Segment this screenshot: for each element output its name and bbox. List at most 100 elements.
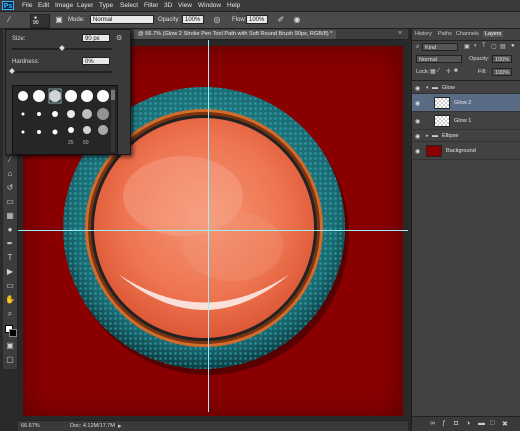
preset-size-25: 25	[68, 140, 74, 146]
menu-edit[interactable]: Edit	[38, 2, 49, 9]
tab-history[interactable]: History	[415, 31, 432, 37]
menu-window[interactable]: Window	[198, 2, 221, 9]
preset-size-50: 50	[83, 140, 89, 146]
adjustment-layer-icon[interactable]: ◑	[466, 420, 470, 427]
horizontal-guide[interactable]	[18, 230, 408, 231]
zoom-level[interactable]: 66.67%	[21, 423, 40, 429]
visibility-eye-icon[interactable]: ◉	[415, 118, 420, 125]
menu-layer[interactable]: Layer	[77, 2, 93, 9]
menu-file[interactable]: File	[22, 2, 32, 9]
hardness-slider[interactable]	[12, 71, 112, 73]
lock-position-icon[interactable]: ✛	[446, 68, 451, 75]
layer-style-icon[interactable]: ƒ	[442, 420, 446, 427]
tab-paths[interactable]: Paths	[438, 31, 452, 37]
lock-label: Lock:	[416, 69, 430, 75]
group-expand-icon[interactable]: ▾	[426, 85, 429, 91]
layer-group-ellipse[interactable]: ◉ ▸ ▬ Ellipse	[412, 130, 520, 142]
brush-panel-toggle-icon[interactable]: ▣	[54, 15, 64, 25]
layer-name: Glow	[442, 85, 455, 91]
visibility-eye-icon[interactable]: ◉	[415, 133, 420, 140]
document-tab[interactable]: @ 66.7% (Glow 2 Stroke Pen Tool Path wit…	[134, 30, 337, 39]
type-icon[interactable]: T	[5, 253, 15, 263]
mode-select[interactable]: Normal	[90, 15, 154, 24]
pressure-size-icon[interactable]: ◉	[292, 15, 302, 25]
fill-label: Fill:	[478, 69, 487, 75]
opacity-field[interactable]: 100%	[182, 15, 204, 24]
lock-image-icon[interactable]: ∕	[438, 68, 439, 74]
brush-presets-grid[interactable]: 25 50	[12, 85, 118, 155]
pen-icon[interactable]: ✒	[5, 239, 15, 249]
visibility-eye-icon[interactable]: ◉	[415, 85, 420, 92]
photoshop-logo: Ps	[2, 1, 14, 10]
link-layers-icon[interactable]: ∞	[430, 420, 435, 427]
lock-transparent-icon[interactable]: ▦	[430, 68, 436, 75]
status-arrow-icon[interactable]: ▸	[118, 422, 122, 430]
menu-view[interactable]: View	[178, 2, 192, 9]
filter-search-icon: ⌕	[416, 44, 420, 50]
layer-group-glow[interactable]: ◉ ▾ ▬ Glow	[412, 82, 520, 94]
shape-filter-icon[interactable]: ▢	[491, 43, 497, 50]
brush-preset-picker[interactable]: ● 90	[30, 14, 50, 28]
zoom-icon[interactable]: ⌕	[5, 309, 15, 319]
blend-mode-select[interactable]: Normal	[416, 55, 462, 63]
hand-icon[interactable]: ✋	[5, 295, 15, 305]
dodge-icon[interactable]: ●	[5, 225, 15, 235]
menu-select[interactable]: Select	[120, 2, 138, 9]
shape-icon[interactable]: ▭	[5, 281, 15, 291]
group-collapse-icon[interactable]: ▸	[426, 133, 429, 139]
smart-filter-icon[interactable]: ▤	[500, 43, 506, 50]
pressure-opacity-icon[interactable]: ◎	[212, 15, 222, 25]
options-bar: ∕ ● 90 ▣ Mode: Normal Opacity: 100% ◎ Fl…	[0, 12, 520, 29]
menu-filter[interactable]: Filter	[144, 2, 158, 9]
menu-type[interactable]: Type	[99, 2, 113, 9]
folder-icon: ▬	[432, 85, 438, 91]
brush-tool-icon[interactable]: ∕	[4, 15, 14, 25]
menu-3d[interactable]: 3D	[164, 2, 172, 9]
gear-icon[interactable]: ⚙	[116, 34, 122, 42]
flow-label: Flow:	[232, 17, 247, 23]
layer-name: Background	[446, 148, 476, 154]
mode-label: Mode:	[68, 17, 85, 23]
fill-field[interactable]: 100%	[492, 68, 512, 76]
quick-mask-icon[interactable]: ▣	[5, 341, 15, 351]
filter-toggle-icon[interactable]: ●	[511, 43, 515, 49]
size-label: Size:	[12, 36, 26, 42]
layer-glow-1[interactable]: ◉ Glow 1	[412, 112, 520, 130]
layer-opacity-field[interactable]: 100%	[492, 55, 512, 63]
layer-glow-2[interactable]: ◉ Glow 2	[412, 94, 520, 112]
visibility-eye-icon[interactable]: ◉	[415, 148, 420, 155]
layers-panel-footer: ∞ ƒ ◘ ◑ ▬ □ ✖	[412, 416, 520, 431]
airbrush-icon[interactable]: ✐	[276, 15, 286, 25]
menu-help[interactable]: Help	[227, 2, 240, 9]
type-filter-icon[interactable]: T	[482, 43, 486, 49]
tab-layers[interactable]: Layers	[483, 31, 504, 37]
menu-image[interactable]: Image	[55, 2, 73, 9]
path-select-icon[interactable]: ▶	[5, 267, 15, 277]
eraser-icon[interactable]: ▭	[5, 197, 15, 207]
brush-preset-picker-popup: Size: 90 px ⚙ Hardness: 0% 25 50	[5, 29, 131, 155]
gradient-icon[interactable]: ▦	[5, 211, 15, 221]
close-tab-icon[interactable]: ×	[398, 30, 402, 37]
new-layer-icon[interactable]: □	[490, 420, 494, 427]
pixel-filter-icon[interactable]: ▣	[464, 43, 470, 50]
tab-channels[interactable]: Channels	[456, 31, 479, 37]
vertical-guide[interactable]	[208, 40, 209, 412]
brush-tool-icon[interactable]: ∕	[5, 155, 15, 165]
history-brush-icon[interactable]: ↺	[5, 183, 15, 193]
hardness-field[interactable]: 0%	[82, 57, 110, 65]
size-field[interactable]: 90 px	[82, 34, 110, 42]
flow-field[interactable]: 100%	[246, 15, 268, 24]
layer-background[interactable]: ◉ Background	[412, 142, 520, 160]
clone-stamp-icon[interactable]: ⌂	[5, 169, 15, 179]
screen-mode-icon[interactable]: ▢	[5, 355, 15, 365]
new-group-icon[interactable]: ▬	[478, 420, 485, 427]
layer-name: Glow 1	[454, 118, 472, 124]
visibility-eye-icon[interactable]: ◉	[415, 100, 420, 107]
background-color-swatch[interactable]	[9, 329, 17, 337]
menu-bar: Ps File Edit Image Layer Type Select Fil…	[0, 0, 520, 12]
kind-filter-select[interactable]: Kind	[422, 43, 458, 51]
adjust-filter-icon[interactable]: ◑	[473, 43, 477, 49]
lock-all-icon[interactable]: ■	[454, 68, 458, 74]
delete-layer-icon[interactable]: ✖	[502, 420, 508, 428]
layer-mask-icon[interactable]: ◘	[454, 420, 458, 427]
